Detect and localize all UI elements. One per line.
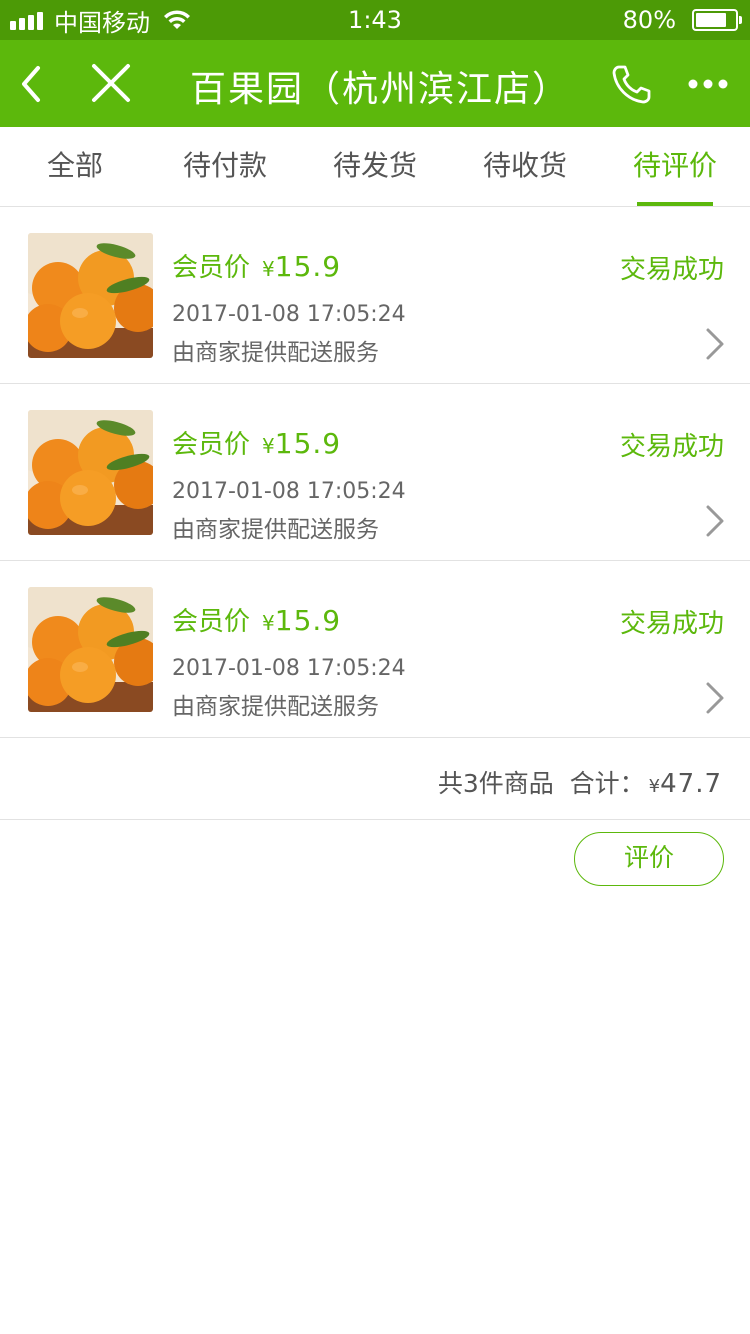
currency-symbol: ¥ (262, 257, 275, 281)
price-row: 会员价 ¥15.9 (172, 247, 341, 284)
summary-text: 共3件商品 合计： ¥47.7 (438, 764, 722, 800)
phone-icon[interactable] (610, 62, 654, 106)
nav-bar: 百果园（杭州滨江店） (0, 40, 750, 127)
total-label: 合计： (569, 769, 645, 798)
delivery-info: 由商家提供配送服务 (172, 340, 379, 366)
order-date: 2017-01-08 17:05:24 (172, 479, 406, 504)
tab-pending-payment[interactable]: 待付款 (150, 127, 300, 206)
order-date: 2017-01-08 17:05:24 (172, 656, 406, 681)
back-icon[interactable] (14, 62, 50, 106)
status-right: 80% (622, 0, 742, 40)
price-amount: 15.9 (274, 250, 342, 283)
battery-icon (692, 9, 742, 31)
review-button[interactable]: 评价 (574, 832, 724, 886)
chevron-right-icon[interactable] (704, 504, 726, 538)
tab-pending-review[interactable]: 待评价 (600, 127, 750, 206)
price-row: 会员价 ¥15.9 (172, 424, 341, 461)
status-bar: 中国移动 1:43 80% (0, 0, 750, 40)
battery-percent: 80% (622, 6, 676, 34)
tab-pending-receipt[interactable]: 待收货 (450, 127, 600, 206)
product-image (28, 587, 153, 712)
chevron-right-icon[interactable] (704, 681, 726, 715)
tab-label: 待评价 (632, 149, 717, 182)
currency-symbol: ¥ (648, 776, 661, 797)
price-label: 会员价 (172, 253, 251, 283)
item-count: 共3件商品 (437, 769, 554, 798)
order-status: 交易成功 (619, 432, 724, 462)
product-image (28, 410, 153, 535)
tab-label: 全部 (46, 149, 103, 182)
order-item[interactable]: 会员价 ¥15.9 交易成功 2017-01-08 17:05:24 由商家提供配… (0, 207, 750, 384)
price-amount: 15.9 (274, 604, 342, 637)
price-amount: 15.9 (274, 427, 342, 460)
more-icon[interactable] (688, 78, 728, 90)
tab-pending-shipment[interactable]: 待发货 (300, 127, 450, 206)
order-item[interactable]: 会员价 ¥15.9 交易成功 2017-01-08 17:05:24 由商家提供配… (0, 384, 750, 561)
delivery-info: 由商家提供配送服务 (172, 694, 379, 720)
order-list: 会员价 ¥15.9 交易成功 2017-01-08 17:05:24 由商家提供配… (0, 207, 750, 738)
active-tab-indicator (637, 202, 713, 206)
product-image (28, 233, 153, 358)
order-summary: 共3件商品 合计： ¥47.7 (0, 740, 750, 820)
delivery-info: 由商家提供配送服务 (172, 517, 379, 543)
currency-symbol: ¥ (262, 611, 275, 635)
price-label: 会员价 (172, 607, 251, 637)
battery-fill (696, 13, 727, 27)
tab-label: 待收货 (482, 149, 567, 182)
price-row: 会员价 ¥15.9 (172, 601, 341, 638)
tab-label: 待付款 (182, 149, 267, 182)
page-title: 百果园（杭州滨江店） (189, 69, 570, 110)
total-amount: 47.7 (660, 769, 722, 799)
order-status: 交易成功 (619, 255, 724, 285)
chevron-right-icon[interactable] (704, 327, 726, 361)
close-icon[interactable] (88, 60, 134, 106)
order-status: 交易成功 (619, 609, 724, 639)
order-item[interactable]: 会员价 ¥15.9 交易成功 2017-01-08 17:05:24 由商家提供配… (0, 561, 750, 738)
order-tabs: 全部 待付款 待发货 待收货 待评价 (0, 127, 750, 207)
currency-symbol: ¥ (262, 434, 275, 458)
tab-label: 待发货 (332, 149, 417, 182)
order-date: 2017-01-08 17:05:24 (172, 302, 406, 327)
tab-all[interactable]: 全部 (0, 127, 150, 206)
price-label: 会员价 (172, 430, 251, 460)
